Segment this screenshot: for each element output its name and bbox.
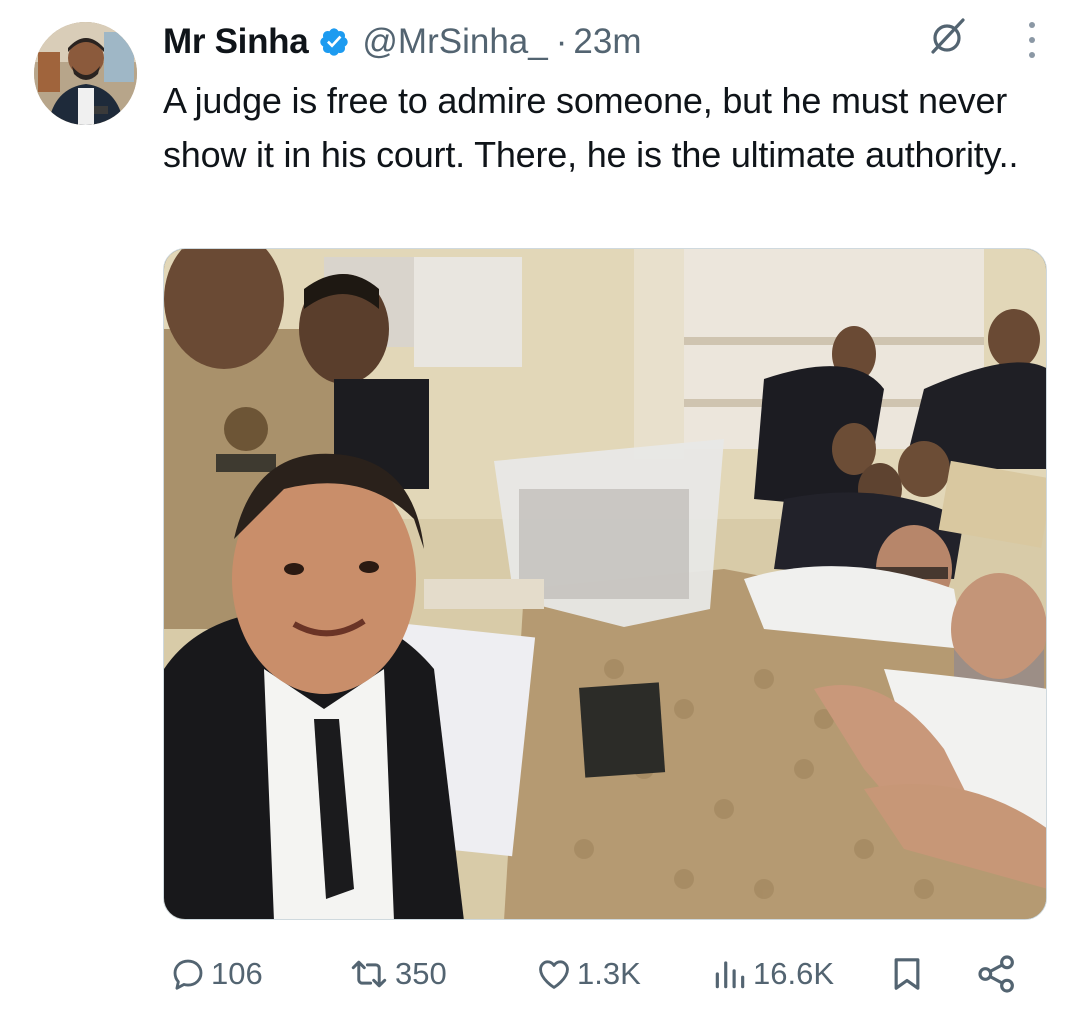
reply-button[interactable]: 106 xyxy=(169,948,263,1000)
avatar[interactable] xyxy=(34,22,137,125)
like-count: 1.3K xyxy=(577,956,641,991)
more-options-icon[interactable] xyxy=(1025,22,1039,58)
verified-badge-icon xyxy=(318,26,350,58)
views-chart-icon xyxy=(711,955,749,993)
bookmark-icon xyxy=(887,954,927,994)
timestamp[interactable]: 23m xyxy=(573,22,641,62)
tweet-action-bar: 106 350 1.3K 16.6K xyxy=(163,948,1043,1000)
tweet-photo[interactable] xyxy=(163,248,1047,920)
repost-icon xyxy=(347,955,391,993)
reply-icon xyxy=(169,955,207,993)
share-button[interactable] xyxy=(975,948,1019,1000)
views-button[interactable]: 16.6K xyxy=(711,948,834,1000)
author-handle[interactable]: @MrSinha_ xyxy=(362,22,547,62)
reply-count: 106 xyxy=(211,956,263,991)
heart-icon xyxy=(535,955,573,993)
share-icon xyxy=(975,954,1019,994)
separator-dot: · xyxy=(555,22,568,61)
repost-count: 350 xyxy=(395,956,447,991)
tweet-text: A judge is free to admire someone, but h… xyxy=(163,80,1019,175)
tweet-header: Mr Sinha @MrSinha_ · 23m xyxy=(163,18,1059,66)
grok-icon[interactable] xyxy=(927,16,967,56)
like-button[interactable]: 1.3K xyxy=(535,948,641,1000)
views-count: 16.6K xyxy=(753,956,835,991)
bookmark-button[interactable] xyxy=(887,948,927,1000)
repost-button[interactable]: 350 xyxy=(347,948,447,1000)
author-name[interactable]: Mr Sinha xyxy=(163,22,309,62)
